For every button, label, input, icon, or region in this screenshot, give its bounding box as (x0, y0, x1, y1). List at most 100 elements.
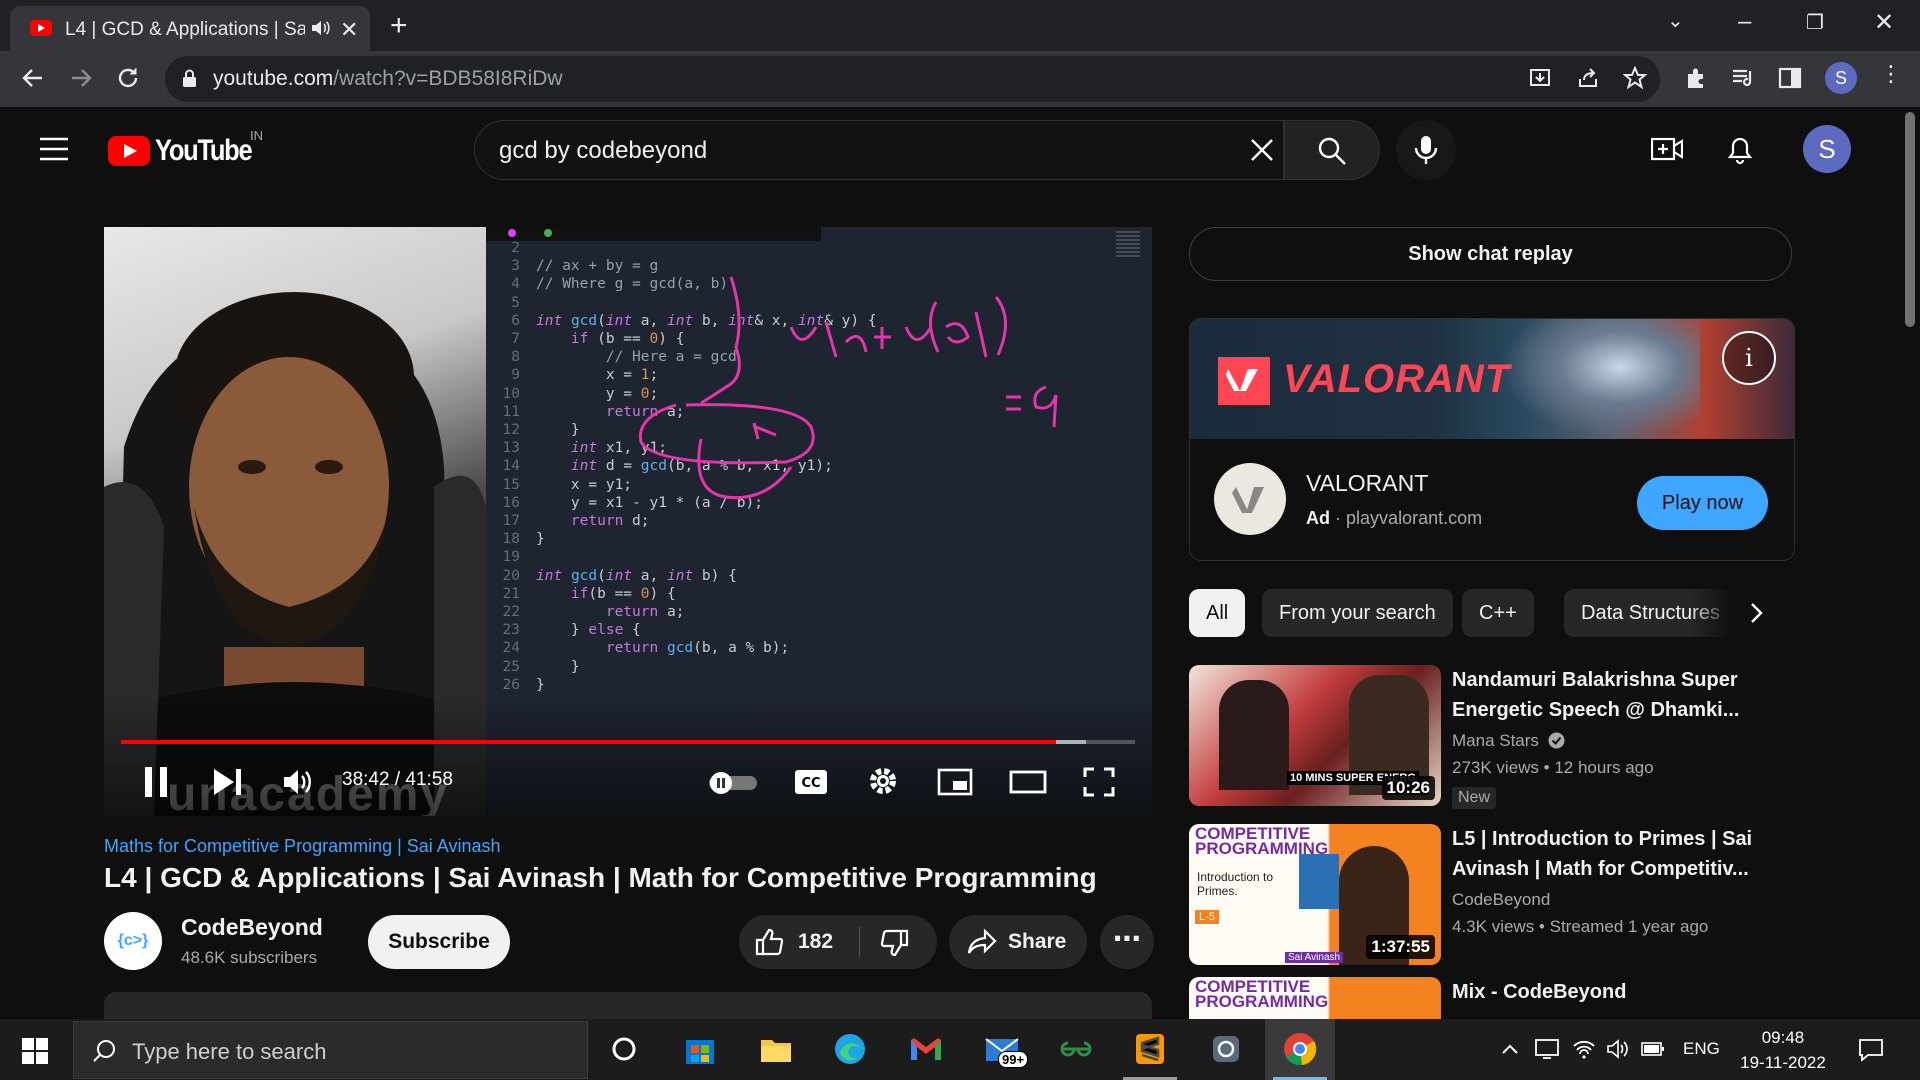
url-text[interactable]: youtube.com/watch?v=BDB58I8RiDw (213, 67, 563, 91)
edge-browser-icon[interactable] (832, 1031, 868, 1067)
mail-app-icon[interactable]: 99+ (984, 1031, 1034, 1068)
bookmark-star-icon[interactable] (1623, 66, 1647, 90)
search-input[interactable]: gcd by codebeyond (474, 120, 1284, 180)
clear-search-icon[interactable] (1247, 135, 1277, 165)
file-explorer-icon[interactable] (758, 1031, 794, 1067)
subtitles-cc-icon[interactable]: CC (794, 769, 828, 795)
more-actions-button[interactable]: ⋯ (1100, 915, 1154, 969)
recommendation-item[interactable]: COMPETITIVE PROGRAMMING Mix - CodeBeyond (1189, 977, 1795, 1019)
recommendation-channel[interactable]: CodeBeyond (1452, 890, 1550, 910)
chip-all[interactable]: All (1189, 589, 1246, 637)
windows-start-icon[interactable] (22, 1038, 48, 1064)
lock-icon[interactable] (182, 69, 197, 87)
battery-icon[interactable] (1641, 1041, 1665, 1057)
side-panel-icon[interactable] (1777, 65, 1803, 91)
tab-audio-icon[interactable] (310, 18, 330, 38)
search-query-text[interactable]: gcd by codebeyond (499, 137, 707, 165)
system-clock[interactable]: 09:48 19-11-2022 (1736, 1025, 1830, 1075)
create-video-icon[interactable] (1651, 135, 1683, 163)
recommendation-title[interactable]: Nandamuri Balakrishna Super Energetic Sp… (1452, 665, 1782, 725)
ad-banner-image[interactable]: VALORANT i (1190, 319, 1794, 439)
hamburger-menu-icon[interactable] (40, 137, 68, 161)
gmail-icon[interactable] (908, 1031, 944, 1067)
pause-icon[interactable] (142, 765, 172, 799)
page-scrollbar[interactable] (1902, 107, 1920, 1019)
ad-card[interactable]: VALORANT i VALORANT Ad · playvalorant.co… (1189, 318, 1795, 561)
advertiser-logo[interactable] (1214, 463, 1286, 535)
install-app-icon[interactable] (1528, 66, 1552, 90)
forward-icon[interactable] (68, 65, 94, 91)
new-tab-icon[interactable]: + (390, 9, 408, 43)
action-center-icon[interactable] (1858, 1037, 1884, 1063)
cortana-icon[interactable] (606, 1031, 642, 1067)
recommendation-title[interactable]: L5 | Introduction to Primes | Sai Avinas… (1452, 824, 1782, 884)
show-chat-replay-button[interactable]: Show chat replay (1189, 227, 1792, 281)
notifications-bell-icon[interactable] (1726, 133, 1754, 165)
reload-icon[interactable] (115, 65, 141, 91)
recommendation-channel[interactable]: Mana Stars (1452, 731, 1565, 751)
microsoft-store-icon[interactable] (682, 1031, 718, 1067)
window-close-icon[interactable]: ✕ (1874, 8, 1894, 37)
minimize-icon[interactable]: – (1738, 8, 1751, 36)
playlist-link[interactable]: Maths for Competitive Programming | Sai … (104, 836, 501, 857)
fullscreen-icon[interactable] (1083, 767, 1115, 797)
svg-text:CC: CC (801, 776, 820, 791)
play-now-button[interactable]: Play now (1637, 476, 1768, 530)
tab-close-icon[interactable]: ✕ (340, 17, 358, 43)
tray-display-icon[interactable] (1535, 1038, 1559, 1060)
show-hidden-icons-chevron[interactable] (1500, 1039, 1520, 1059)
youtube-favicon-icon (30, 20, 52, 36)
input-language[interactable]: ENG (1683, 1039, 1720, 1059)
recommendation-thumbnail[interactable]: COMPETITIVE PROGRAMMING Introduction to … (1189, 824, 1441, 965)
advertiser-name[interactable]: VALORANT (1306, 470, 1428, 497)
browser-tab[interactable]: L4 | GCD & Applications | Sai Avinash | … (10, 6, 370, 51)
ad-info-icon[interactable]: i (1722, 331, 1776, 385)
extensions-puzzle-icon[interactable] (1683, 65, 1709, 91)
subscribe-button[interactable]: Subscribe (368, 915, 510, 969)
restore-icon[interactable]: ❐ (1806, 10, 1824, 35)
dislike-button[interactable] (879, 929, 909, 957)
back-icon[interactable] (20, 65, 46, 91)
recommendation-item[interactable]: 10 MINS SUPER ENERG 10:26 Nandamuri Bala… (1189, 665, 1795, 810)
theater-mode-icon[interactable] (1009, 770, 1047, 794)
tab-search-chevron-icon[interactable]: ⌄ (1667, 8, 1684, 33)
recommendation-item[interactable]: COMPETITIVE PROGRAMMING Introduction to … (1189, 824, 1795, 969)
volume-icon[interactable] (282, 767, 314, 797)
voice-search-button[interactable] (1396, 120, 1456, 180)
recommendation-thumbnail[interactable]: COMPETITIVE PROGRAMMING (1189, 977, 1441, 1019)
chips-next-chevron-icon[interactable] (1746, 600, 1766, 626)
next-video-icon[interactable] (212, 767, 244, 797)
recommendation-thumbnail[interactable]: 10 MINS SUPER ENERG 10:26 (1189, 665, 1441, 806)
taskbar-search-box[interactable]: Type here to search (73, 1021, 588, 1079)
chip-cpp[interactable]: C++ (1462, 589, 1534, 637)
wifi-icon[interactable] (1572, 1038, 1596, 1060)
ad-label: Ad (1306, 508, 1330, 528)
progress-bar[interactable] (121, 740, 1135, 744)
chrome-menu-icon[interactable]: ⋮ (1880, 61, 1902, 87)
video-player[interactable]: 2 3// ax + by = g 4// Where g = gcd(a, b… (104, 227, 1152, 816)
share-page-icon[interactable] (1576, 66, 1600, 90)
youtube-logo[interactable]: YouTube IN (108, 128, 263, 168)
miniplayer-icon[interactable] (937, 768, 973, 796)
settings-gear-icon[interactable] (867, 765, 899, 797)
share-button[interactable]: Share (949, 915, 1087, 969)
autoplay-toggle[interactable] (707, 771, 759, 795)
channel-avatar[interactable]: {c>} (104, 912, 162, 970)
profile-avatar[interactable]: S (1825, 62, 1857, 94)
address-bar[interactable]: youtube.com/watch?v=BDB58I8RiDw (165, 56, 1660, 102)
account-avatar[interactable]: S (1803, 125, 1851, 173)
search-button[interactable] (1284, 120, 1380, 180)
media-control-icon[interactable] (1730, 65, 1756, 91)
description-box[interactable] (104, 992, 1152, 1020)
chrome-taskbar-button[interactable] (1265, 1019, 1335, 1080)
speaker-volume-icon[interactable] (1606, 1038, 1630, 1060)
like-button[interactable] (755, 928, 785, 956)
chip-from-your-search[interactable]: From your search (1262, 589, 1453, 637)
sublime-text-icon[interactable] (1132, 1031, 1168, 1067)
geeksforgeeks-icon[interactable] (1058, 1031, 1094, 1067)
recommendation-title[interactable]: Mix - CodeBeyond (1452, 977, 1782, 1007)
cisco-app-icon[interactable] (1208, 1031, 1244, 1067)
scrollbar-thumb[interactable] (1905, 112, 1915, 327)
channel-name[interactable]: CodeBeyond (181, 914, 323, 941)
editor-minimap (1116, 231, 1140, 257)
